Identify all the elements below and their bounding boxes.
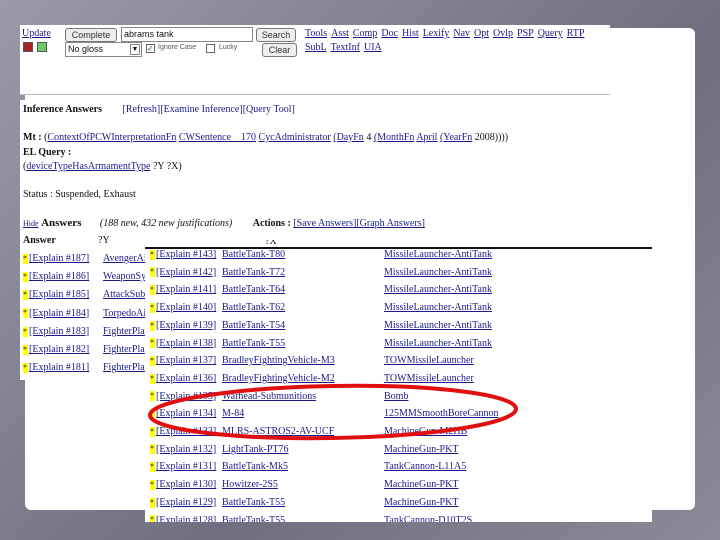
highlight-ellipse <box>148 383 518 441</box>
red-ellipse <box>148 383 518 441</box>
